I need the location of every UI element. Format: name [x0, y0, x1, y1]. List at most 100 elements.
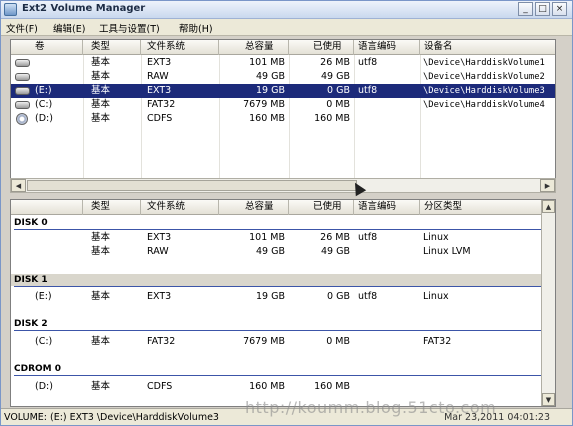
title-bar[interactable]: Ext2 Volume Manager _ □ × [1, 1, 572, 19]
cell-filesystem: CDFS [147, 113, 173, 124]
menu-tools-settings[interactable]: 工具与设置(T) [99, 21, 160, 35]
cell-type: 基本 [91, 336, 111, 347]
menu-help[interactable]: 帮助(H) [179, 21, 213, 35]
cell-device [423, 112, 555, 126]
cell-device: \Device\HarddiskVolume4 [423, 100, 545, 110]
close-button[interactable]: × [552, 2, 567, 16]
cell-type: 基本 [91, 246, 111, 257]
window-title: Ext2 Volume Manager [22, 3, 146, 14]
scroll-up-icon[interactable]: ▲ [542, 200, 555, 213]
col-volume[interactable]: 卷 [11, 40, 83, 55]
disk-icon [15, 87, 30, 95]
cell-encoding [358, 70, 418, 84]
cell-total: 101 MB [249, 57, 285, 68]
scroll-left-icon[interactable]: ◀ [11, 179, 26, 192]
menu-bar: 文件(F) 编辑(E) 工具与设置(T) 帮助(H) [1, 19, 572, 36]
col-filesystem[interactable]: 文件系统 [141, 200, 219, 215]
col-total[interactable]: 总容量 [219, 200, 289, 215]
vertical-scrollbar[interactable]: ▲ ▼ [541, 200, 555, 406]
disk-group-label: DISK 0 [14, 218, 48, 228]
cell-total: 19 GB [256, 291, 285, 302]
col-encoding[interactable]: 语言编码 [354, 40, 420, 55]
cell-filesystem: CDFS [147, 381, 173, 392]
col-type[interactable]: 类型 [83, 200, 141, 215]
cell-total: 160 MB [249, 381, 285, 392]
cdrom-icon [16, 113, 28, 125]
disk-icon [15, 101, 30, 109]
partition-row[interactable]: 基本 RAW 49 GB 49 GB Linux LVM [11, 245, 542, 258]
volume-row[interactable]: 基本 RAW 49 GB 49 GB \Device\HarddiskVolum… [11, 70, 555, 84]
cell-partition-type: Linux [423, 232, 449, 243]
col-used[interactable]: 已使用 [289, 200, 354, 215]
volume-row[interactable]: (C:) 基本 FAT32 7679 MB 0 MB \Device\Hardd… [11, 98, 555, 112]
volume-row[interactable]: 基本 EXT3 101 MB 26 MB utf8 \Device\Harddi… [11, 56, 555, 70]
cell-used: 0 GB [327, 85, 350, 96]
cell-filesystem: EXT3 [147, 57, 172, 68]
col-filesystem[interactable]: 文件系统 [141, 40, 219, 55]
horizontal-scrollbar[interactable]: ◀ ▶ [10, 178, 556, 193]
cell-volume: (C:) [35, 99, 53, 110]
col-type[interactable]: 类型 [83, 40, 141, 55]
cell-volume [35, 56, 81, 70]
volume-row[interactable]: (D:) 基本 CDFS 160 MB 160 MB [11, 112, 555, 126]
cell-partition-type: Linux LVM [423, 246, 471, 257]
maximize-button[interactable]: □ [535, 2, 550, 16]
col-used[interactable]: 已使用 [289, 40, 354, 55]
cell-encoding: utf8 [358, 232, 378, 243]
cell-device: \Device\HarddiskVolume2 [423, 72, 545, 82]
watermark-text: http://koumm.blog.51cto.com [245, 398, 497, 417]
cell-volume: (E:) [35, 291, 52, 302]
partition-row[interactable]: (C:) 基本 FAT32 7679 MB 0 MB FAT32 [11, 335, 542, 348]
cell-volume: (D:) [35, 113, 53, 124]
volume-list[interactable]: 卷 类型 文件系统 总容量 已使用 语言编码 设备名 基本 EXT3 101 M… [10, 39, 556, 192]
cell-filesystem: FAT32 [147, 99, 176, 110]
menu-edit[interactable]: 编辑(E) [53, 21, 85, 35]
col-partition-type[interactable]: 分区类型 [420, 200, 542, 215]
scroll-down-icon[interactable]: ▼ [542, 393, 555, 406]
cell-used: 26 MB [320, 57, 350, 68]
cell-filesystem: EXT3 [147, 85, 172, 96]
cell-used: 160 MB [314, 113, 350, 124]
disk-group-label: DISK 1 [11, 274, 542, 286]
volume-row-selected[interactable]: (E:) 基本 EXT3 19 GB 0 GB utf8 \Device\Har… [11, 84, 555, 98]
cell-volume: (E:) [35, 85, 52, 96]
cell-device: \Device\HarddiskVolume3 [423, 86, 545, 96]
cell-type: 基本 [91, 381, 111, 392]
cell-encoding: utf8 [358, 57, 378, 68]
cell-total: 19 GB [256, 85, 285, 96]
menu-file[interactable]: 文件(F) [6, 21, 38, 35]
cell-used: 26 MB [320, 232, 350, 243]
cell-filesystem: RAW [147, 71, 169, 82]
minimize-button[interactable]: _ [518, 2, 533, 16]
col-device[interactable]: 设备名 [420, 40, 555, 55]
cell-encoding: utf8 [358, 85, 378, 96]
cell-used: 49 GB [321, 246, 350, 257]
disk-group-label: CDROM 0 [14, 364, 62, 374]
cell-encoding [358, 112, 418, 126]
col-total[interactable]: 总容量 [219, 40, 289, 55]
status-text: VOLUME: (E:) EXT3 \Device\HarddiskVolume… [4, 412, 219, 423]
partition-row[interactable]: 基本 EXT3 101 MB 26 MB utf8 Linux [11, 231, 542, 244]
scroll-thumb[interactable] [27, 180, 357, 191]
cell-type: 基本 [91, 113, 111, 124]
cell-total: 49 GB [256, 71, 285, 82]
cell-used: 160 MB [314, 381, 350, 392]
cell-type: 基本 [91, 85, 111, 96]
cell-encoding [358, 98, 418, 112]
partition-row[interactable]: (E:) 基本 EXT3 19 GB 0 GB utf8 Linux [11, 290, 542, 303]
disk-panel[interactable]: 类型 文件系统 总容量 已使用 语言编码 分区类型 DISK 0 基本 EXT3… [10, 199, 556, 407]
scroll-right-icon[interactable]: ▶ [540, 179, 555, 192]
cell-type: 基本 [91, 232, 111, 243]
cell-total: 160 MB [249, 113, 285, 124]
col-encoding[interactable]: 语言编码 [354, 200, 420, 215]
cell-used: 0 GB [327, 291, 350, 302]
cell-total: 7679 MB [243, 99, 285, 110]
partition-row[interactable]: (D:) 基本 CDFS 160 MB 160 MB [11, 380, 542, 393]
disk-panel-header: 类型 文件系统 总容量 已使用 语言编码 分区类型 [11, 200, 542, 215]
cell-encoding: utf8 [358, 291, 378, 302]
cell-partition-type: FAT32 [423, 336, 452, 347]
disk-icon [15, 59, 30, 67]
disk-group-label: DISK 2 [14, 319, 48, 329]
cell-volume [35, 70, 81, 84]
cell-total: 101 MB [249, 232, 285, 243]
